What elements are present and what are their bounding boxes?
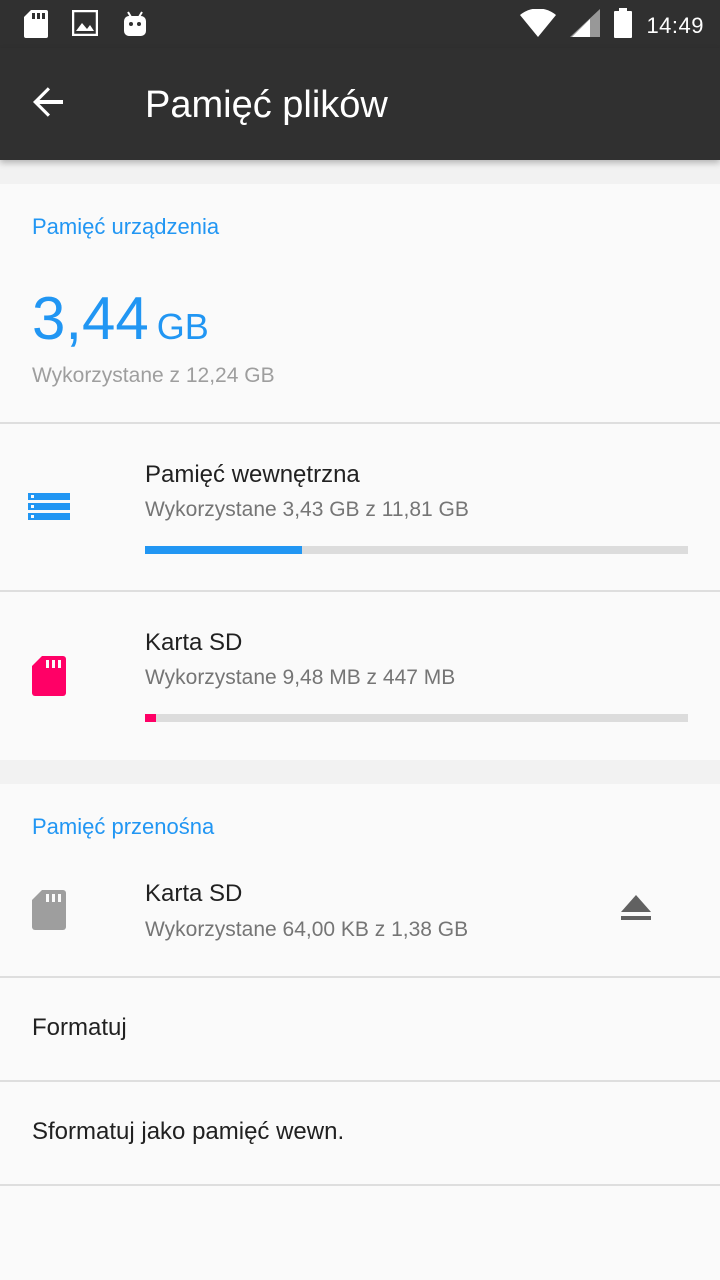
arrow-back-icon [31, 85, 65, 124]
sd-card-usage: Wykorzystane 9,48 MB z 447 MB [145, 666, 456, 689]
format-action: Formatuj [32, 1014, 127, 1041]
status-clock: 14:49 [646, 12, 704, 38]
portable-storage-card: Pamięć przenośna Karta SD Wykorzystane 6… [0, 784, 720, 1280]
format-as-internal-action: Sformatuj jako pamięć wewn. [32, 1118, 345, 1145]
internal-storage-icon [28, 493, 70, 526]
app-bar: Pamięć plików [0, 48, 720, 160]
storage-used-unit: GB [156, 306, 209, 347]
sd-card-progress [145, 714, 688, 722]
battery-icon [614, 8, 633, 43]
sd-card-icon [32, 656, 66, 701]
storage-used-summary: 3,44 GB [32, 284, 209, 353]
sd-card-icon [32, 890, 66, 935]
status-bar: 14:49 [0, 0, 720, 48]
sd-card-progress-fill [145, 714, 156, 722]
portable-sd-card-row[interactable]: Karta SD Wykorzystane 64,00 KB z 1,38 GB [0, 860, 720, 976]
storage-used-value: 3,44 [32, 285, 149, 352]
wifi-icon [520, 8, 557, 42]
signal-icon [570, 9, 601, 42]
device-storage-card: Pamięć urządzenia 3,44 GB Wykorzystane z … [0, 184, 720, 760]
internal-storage-row[interactable]: Pamięć wewnętrzna Wykorzystane 3,43 GB z… [0, 424, 720, 590]
storage-total-text: Wykorzystane z 12,24 GB [32, 364, 275, 387]
internal-storage-progress [145, 546, 688, 554]
portable-storage-header: Pamięć przenośna [32, 814, 215, 839]
eject-icon [621, 894, 651, 926]
sd-card-title: Karta SD [145, 629, 243, 656]
divider [0, 1184, 720, 1186]
back-button[interactable] [24, 80, 72, 128]
sd-card-notification-icon [24, 10, 48, 43]
internal-storage-progress-fill [145, 546, 303, 554]
portable-sd-card-title: Karta SD [145, 880, 243, 907]
format-as-internal-row[interactable]: Sformatuj jako pamięć wewn. [0, 1082, 720, 1184]
eject-button[interactable] [612, 886, 660, 934]
internal-storage-title: Pamięć wewnętrzna [145, 461, 360, 488]
sd-card-storage-row[interactable]: Karta SD Wykorzystane 9,48 MB z 447 MB [0, 592, 720, 760]
device-storage-header: Pamięć urządzenia [32, 214, 220, 239]
portable-sd-card-usage: Wykorzystane 64,00 KB z 1,38 GB [145, 918, 469, 941]
image-notification-icon [71, 9, 99, 43]
internal-storage-usage: Wykorzystane 3,43 GB z 11,81 GB [145, 498, 469, 521]
format-row[interactable]: Formatuj [0, 978, 720, 1080]
android-notification-icon [122, 10, 148, 43]
page-title: Pamięć plików [145, 84, 388, 126]
